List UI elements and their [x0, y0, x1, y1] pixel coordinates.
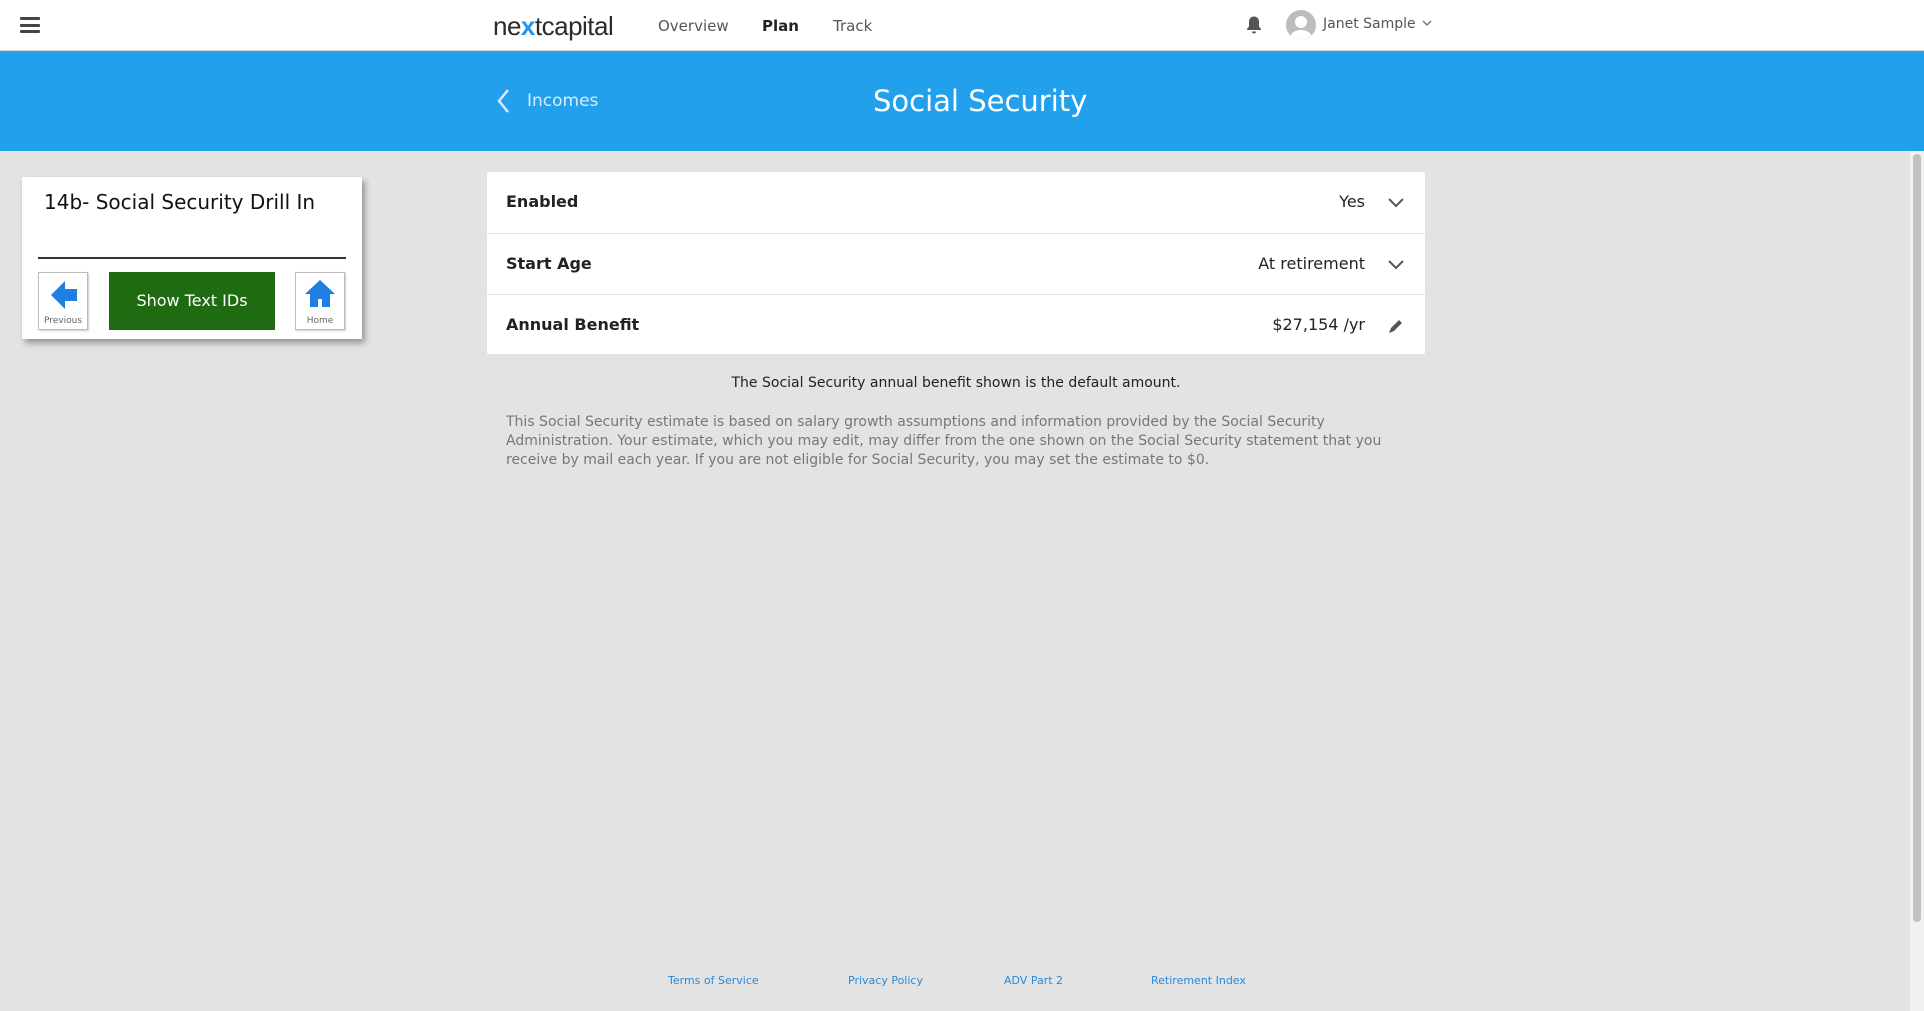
retirement-index-link[interactable]: Retirement Index: [1151, 974, 1246, 987]
home-label: Home: [306, 316, 334, 326]
previous-button[interactable]: Previous: [38, 272, 88, 330]
previous-label: Previous: [43, 316, 83, 326]
annual-benefit-value: $27,154 /yr: [1272, 315, 1365, 334]
scrollbar-thumb[interactable]: [1913, 154, 1921, 922]
chevron-left-icon: [497, 89, 509, 113]
nextcapital-logo[interactable]: nextcapital: [493, 11, 614, 42]
enabled-row[interactable]: Enabled Yes: [487, 172, 1425, 233]
row-label: Enabled: [506, 192, 579, 211]
annual-benefit-row[interactable]: Annual Benefit $27,154 /yr: [487, 294, 1425, 355]
row-label: Annual Benefit: [506, 315, 640, 334]
row-label: Start Age: [506, 254, 592, 273]
divider: [38, 257, 346, 259]
notification-bell-icon[interactable]: [1245, 15, 1263, 35]
start-age-value: At retirement: [1258, 254, 1365, 273]
top-navigation-bar: nextcapital Overview Plan Track Janet Sa…: [0, 0, 1924, 51]
nav-overview[interactable]: Overview: [658, 17, 729, 35]
privacy-policy-link[interactable]: Privacy Policy: [848, 974, 923, 987]
estimate-disclaimer: This Social Security estimate is based o…: [506, 414, 1382, 468]
default-amount-note: The Social Security annual benefit shown…: [731, 375, 1181, 391]
show-text-ids-button[interactable]: Show Text IDs: [109, 272, 275, 330]
pencil-icon[interactable]: [1387, 317, 1405, 335]
page-title: Social Security: [873, 84, 1088, 118]
test-navigation-widget: 14b- Social Security Drill In Previous S…: [22, 177, 362, 339]
widget-title: 14b- Social Security Drill In: [44, 190, 316, 214]
enabled-value: Yes: [1339, 192, 1365, 211]
home-icon: [305, 280, 335, 307]
adv-part-2-link[interactable]: ADV Part 2: [1004, 974, 1063, 987]
social-security-settings-card: Enabled Yes Start Age At retirement Annu…: [487, 172, 1425, 354]
page-banner: Incomes Social Security: [0, 51, 1924, 151]
nav-plan[interactable]: Plan: [762, 17, 799, 35]
chevron-down-icon[interactable]: [1387, 194, 1405, 212]
user-avatar[interactable]: [1286, 10, 1316, 40]
arrow-left-icon: [51, 281, 77, 309]
back-link-label: Incomes: [527, 91, 599, 111]
person-icon: [1289, 16, 1313, 40]
user-name[interactable]: Janet Sample: [1323, 16, 1416, 32]
hamburger-menu-icon[interactable]: [20, 17, 40, 33]
terms-of-service-link[interactable]: Terms of Service: [668, 974, 759, 987]
start-age-row[interactable]: Start Age At retirement: [487, 233, 1425, 294]
home-button[interactable]: Home: [295, 272, 345, 330]
chevron-down-icon[interactable]: [1421, 18, 1433, 28]
chevron-down-icon[interactable]: [1387, 256, 1405, 274]
nav-track[interactable]: Track: [833, 17, 872, 35]
